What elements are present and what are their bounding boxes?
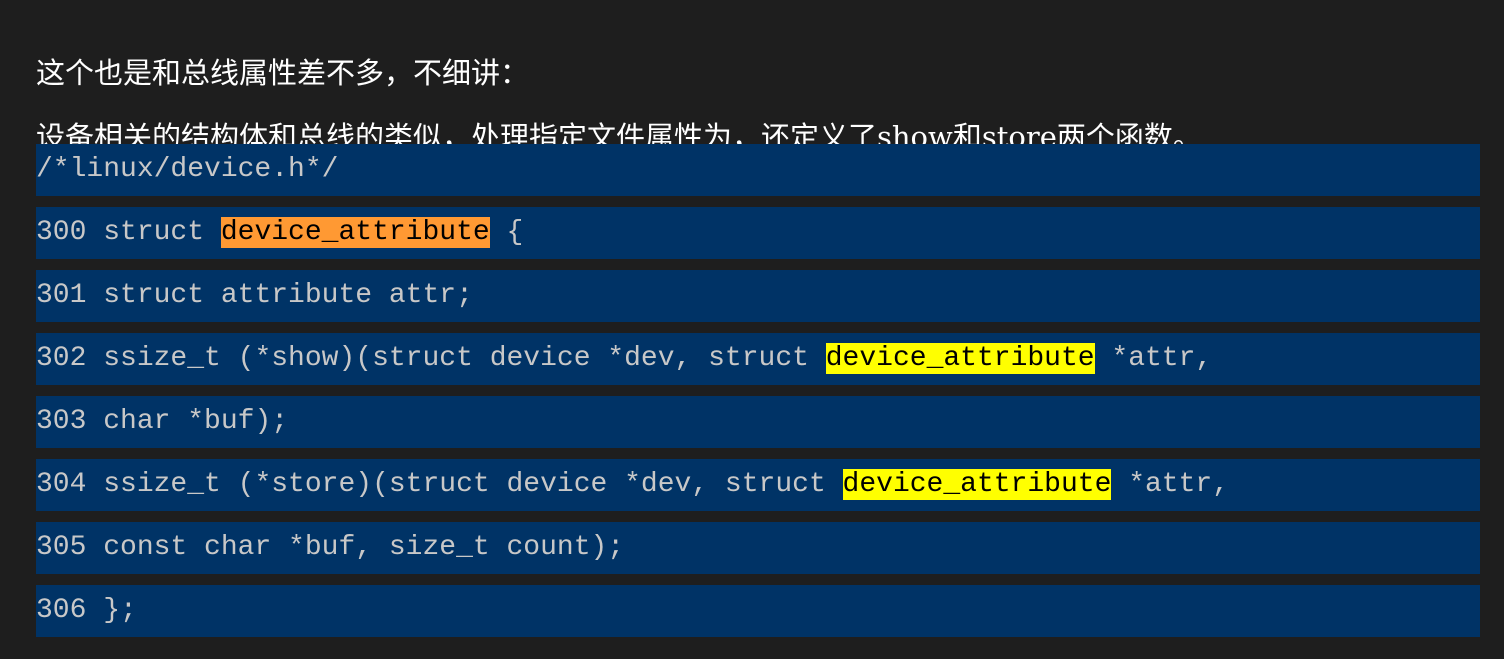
code-text: *attr, (1094, 343, 1213, 374)
code-text: *attr, (1111, 469, 1230, 500)
code-text: }; (86, 595, 137, 626)
line-number: 301 (36, 280, 87, 311)
code-line-301: 301 struct attribute attr; (36, 270, 1480, 322)
line-number: 302 (36, 343, 87, 374)
line-number: 300 (36, 217, 87, 248)
code-line-302: 302 ssize_t (*show)(struct device *dev, … (36, 333, 1480, 385)
code-line-304: 304 ssize_t (*store)(struct device *dev,… (36, 459, 1480, 511)
article-page: { "paragraphs": [ "这个也是和总线属性差不多，不细讲：", "… (0, 0, 1504, 659)
line-number: 305 (36, 532, 87, 563)
code-line-305: 305 const char *buf, size_t count); (36, 522, 1480, 574)
code-line-300: 300 struct device_attribute { (36, 207, 1480, 259)
code-comment-line: /*linux/device.h*/ (36, 144, 1480, 196)
line-number: 306 (36, 595, 87, 626)
code-line-306: 306 }; (36, 585, 1480, 637)
code-text: ssize_t (*show)(struct device *dev, stru… (86, 343, 826, 374)
search-highlight-current: device_attribute (220, 217, 490, 248)
search-highlight: device_attribute (825, 343, 1095, 374)
paragraph-intro: 这个也是和总线属性差不多，不细讲： (36, 56, 530, 90)
line-number: 304 (36, 469, 87, 500)
code-text: char *buf); (86, 406, 289, 437)
code-text: ssize_t (*store)(struct device *dev, str… (86, 469, 843, 500)
code-text: const char *buf, size_t count); (86, 532, 625, 563)
code-comment: /*linux/device.h*/ (36, 154, 339, 185)
code-line-303: 303 char *buf); (36, 396, 1480, 448)
code-text: { (489, 217, 524, 248)
code-block: /*linux/device.h*/ 300 struct device_att… (36, 144, 1480, 637)
line-number: 303 (36, 406, 87, 437)
code-text: struct attribute attr; (86, 280, 473, 311)
code-text: struct (86, 217, 221, 248)
search-highlight: device_attribute (842, 469, 1112, 500)
